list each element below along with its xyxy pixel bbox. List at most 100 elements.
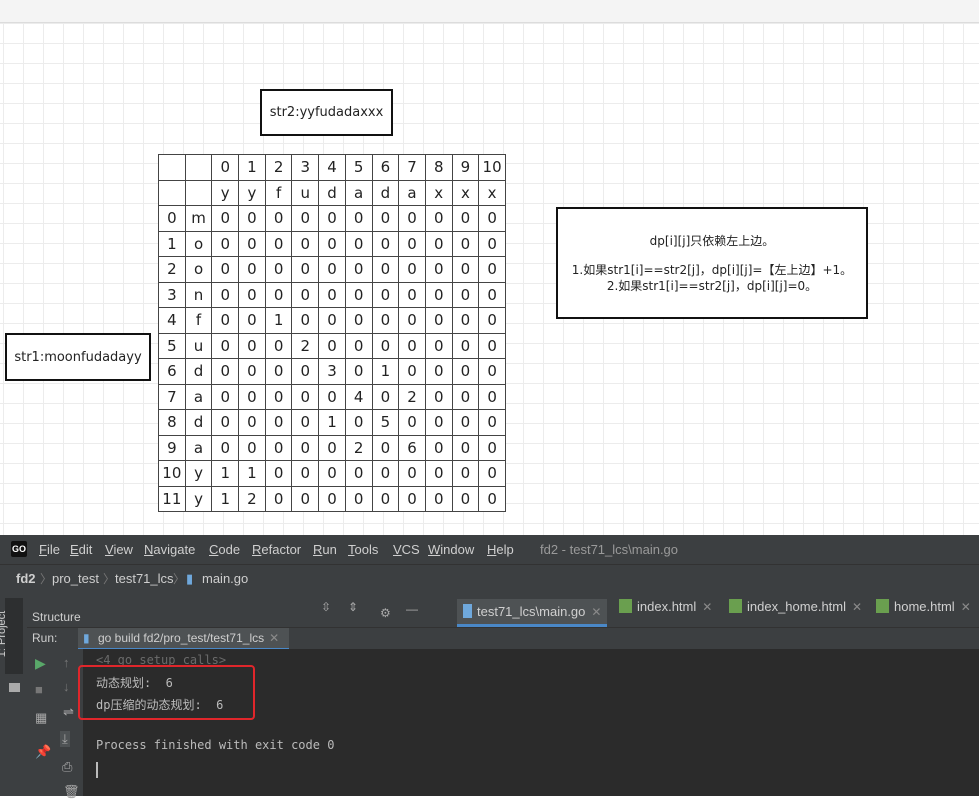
menu-item[interactable]: VCS [393,542,420,557]
table-cell: 0 [238,434,266,461]
gear-icon[interactable]: ⚙ [380,606,391,620]
table-cell: 0 [318,434,346,461]
table-cell: 2 [264,154,293,181]
table-cell: 9 [451,154,480,181]
chevron-right-icon: 〉 [40,572,53,586]
layout-icon[interactable]: ▦ [35,710,47,726]
close-icon[interactable]: ✕ [961,600,971,614]
breadcrumb-item-fd2[interactable]: fd2 [16,571,36,586]
arrow-down-icon[interactable]: ↓ [63,679,70,694]
table-cell: 0 [451,256,480,283]
table-row: 4f00100000000 [158,307,506,334]
dp-note-box: dp[i][j]只依赖左上边。 1.如果str1[i]==str2[j]，dp[… [556,207,868,319]
table-cell: 0 [478,332,506,359]
menu-item[interactable]: Help [487,542,514,557]
minimize-icon[interactable]: — [406,602,418,616]
red-highlight-box [78,665,255,720]
table-cell [184,179,213,206]
menu-mnemonic: E [70,542,79,557]
breadcrumb-item-test71-lcs[interactable]: test71_lcs [115,571,174,586]
table-row: 7a00000402000 [158,383,506,410]
project-tool-tab[interactable]: 1: Project [0,598,23,674]
tab-index-home-html[interactable]: index_home.html ✕ [729,599,862,627]
close-icon[interactable]: ✕ [852,600,862,614]
table-cell: d [371,179,400,206]
table-cell: 0 [371,383,400,410]
table-cell: 0 [451,383,480,410]
table-cell: 9 [158,434,186,461]
str2-label-box: str2:yyfudadaxxx [260,89,393,136]
table-cell: 1 [211,460,240,487]
table-cell: 0 [398,205,426,232]
table-cell: 4 [158,307,186,334]
menu-item[interactable]: Edit [70,542,92,557]
table-cell: 0 [344,409,373,436]
chevron-right-icon: 〉 [173,572,186,586]
folder-icon[interactable] [9,683,20,692]
run-config-tab[interactable]: ▮ go build fd2/pro_test/test71_lcs ✕ [78,628,290,651]
menu-label: ile [46,542,60,557]
menu-label: ode [218,542,241,557]
tab-index-html[interactable]: index.html ✕ [619,599,712,627]
table-cell: a [398,179,426,206]
soft-wrap-icon[interactable]: ⇌ [63,704,74,720]
menu-item[interactable]: File [39,542,60,557]
table-cell: 0 [264,383,293,410]
sort-icon[interactable]: ⇳ [321,600,331,614]
table-cell: a [184,383,213,410]
table-cell [158,179,186,206]
menu-mnemonic: V [393,542,402,557]
menu-item[interactable]: View [105,542,133,557]
breadcrumb-item-main-go[interactable]: main.go [202,571,248,586]
menu-item[interactable]: Navigate [144,542,195,557]
tab-home-html[interactable]: home.html ✕ [876,599,971,627]
menu-item[interactable]: Run [313,542,337,557]
table-cell: 0 [371,307,400,334]
table-cell: x [424,179,453,206]
menu-item[interactable]: Window [428,542,474,557]
table-row: 3n00000000000 [158,281,506,308]
table-cell: 0 [238,256,266,283]
tab-main-go[interactable]: test71_lcs\main.go ✕ [457,599,608,627]
close-icon[interactable]: ✕ [702,600,712,614]
note-line-1: dp[i][j]只依赖左上边。 [649,234,775,248]
scroll-to-end-icon[interactable]: ⤓ [60,731,70,747]
table-cell: 6 [398,434,426,461]
menu-item[interactable]: Refactor [252,542,301,557]
table-row: 9a00000206000 [158,434,506,461]
table-cell: 0 [371,460,400,487]
breadcrumb-item-pro-test[interactable]: pro_test [52,571,99,586]
table-cell: y [184,485,213,512]
arrow-up-icon[interactable]: ↑ [63,655,70,670]
stop-icon[interactable]: ■ [35,682,43,697]
trash-icon[interactable]: 🗑 [63,784,80,800]
go-file-icon: ▮ [83,631,90,645]
table-cell: y [184,460,213,487]
run-icon[interactable]: ▶ [35,655,46,672]
table-cell: 0 [344,307,373,334]
print-icon[interactable]: ⎙ [62,759,72,775]
table-cell: 0 [211,383,240,410]
close-icon[interactable]: ✕ [269,631,279,645]
table-cell: 0 [424,205,453,232]
structure-row: Structure ⇳ ⇕ ⚙ — test71_lcs\main.go ✕ in… [27,590,979,627]
table-cell: 0 [398,409,426,436]
close-icon[interactable]: ✕ [591,605,601,619]
table-cell: 0 [398,460,426,487]
menu-item[interactable]: Tools [348,542,378,557]
pin-icon[interactable]: 📌 [35,744,51,760]
table-cell: 1 [238,154,266,181]
table-cell: 0 [371,230,400,257]
structure-label[interactable]: Structure [32,610,81,624]
table-cell: y [211,179,240,206]
table-cell: x [478,179,506,206]
table-cell: 10 [478,154,506,181]
collapse-icon[interactable]: ⇕ [348,600,358,614]
table-cell: 0 [424,358,453,385]
note-line-3: 2.如果str1[i]==str2[j]，dp[i][j]=0。 [606,279,818,293]
table-cell: 0 [264,460,293,487]
table-cell: 0 [424,332,453,359]
menu-item[interactable]: Code [209,542,240,557]
table-cell: 7 [158,383,186,410]
tab-label: home.html [894,599,955,614]
